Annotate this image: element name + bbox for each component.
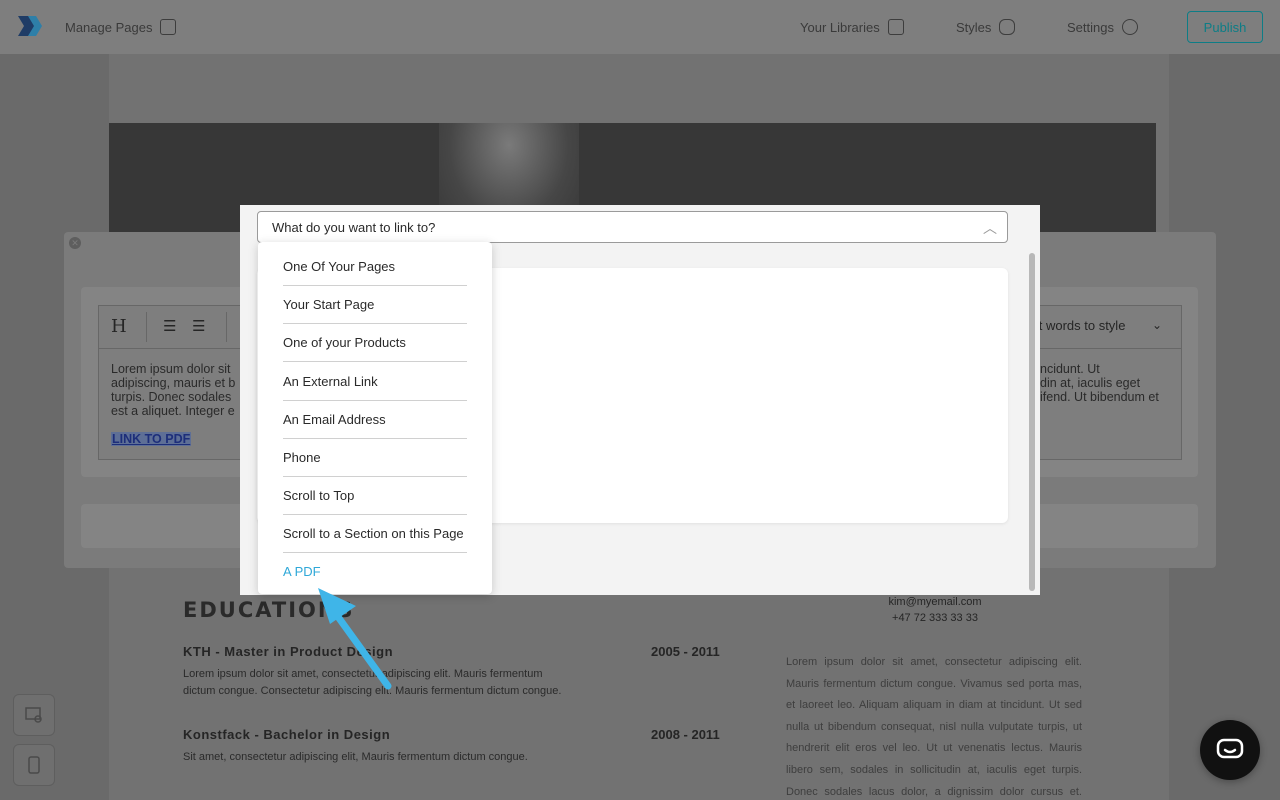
editor-text-line: est a aliquet. Integer e: [111, 404, 235, 418]
dropdown-option-scroll-to-top[interactable]: Scroll to Top: [283, 488, 467, 515]
link-type-select[interactable]: What do you want to link to? ︿: [257, 211, 1008, 243]
style-select[interactable]: ect words to style: [1025, 318, 1125, 333]
edu-desc-2: Sit amet, consectetur adipiscing elit, M…: [183, 751, 528, 763]
styles-label: Styles: [956, 19, 992, 35]
manage-pages-button[interactable]: Manage Pages: [65, 19, 177, 35]
your-libraries-label: Your Libraries: [800, 19, 880, 35]
chat-icon: [1216, 738, 1244, 759]
your-libraries-button[interactable]: Your Libraries: [800, 19, 904, 35]
link-to-pdf-text[interactable]: LINK TO PDF: [111, 432, 192, 446]
settings-label: Settings: [1067, 19, 1114, 35]
annotation-arrow-icon: [318, 588, 392, 690]
palette-icon: [999, 19, 1016, 35]
top-bar: Manage Pages Your Libraries Styles Setti…: [0, 0, 1280, 54]
preview-icon: [25, 707, 42, 723]
dropdown-option-email-address[interactable]: An Email Address: [283, 412, 467, 439]
image-icon: [887, 19, 904, 35]
editor-text-line: turpis. Donec sodales: [111, 390, 232, 404]
contact-email: kim@myemail.com: [888, 596, 982, 608]
bullet-list-icon[interactable]: ☰: [163, 317, 176, 335]
pages-icon: [160, 19, 177, 35]
manage-pages-label: Manage Pages: [65, 19, 153, 35]
gear-icon: [1121, 19, 1138, 35]
numbered-list-icon[interactable]: ☰: [192, 317, 205, 335]
edu-years-2: 2008 - 2011: [651, 727, 720, 742]
dropdown-option-scroll-to-section[interactable]: Scroll to a Section on this Page: [283, 526, 467, 553]
edu-title-2: Konstfack - Bachelor in Design: [183, 727, 391, 742]
close-icon[interactable]: ✕: [69, 237, 81, 249]
editor-text-line: ifend. Ut bibendum et: [1040, 390, 1159, 404]
link-type-select-value: What do you want to link to?: [272, 220, 436, 235]
editor-text-line: ncidunt. Ut: [1040, 362, 1100, 376]
editor-text-line: din at, iaculis eget: [1040, 376, 1141, 390]
logo-icon[interactable]: [14, 11, 44, 41]
publish-button[interactable]: Publish: [1187, 11, 1263, 43]
heading-button[interactable]: H: [111, 316, 127, 337]
chevron-up-icon: ︿: [983, 220, 997, 236]
chat-button[interactable]: [1200, 720, 1260, 780]
dropdown-option-your-start-page[interactable]: Your Start Page: [283, 297, 467, 324]
toolbar-divider: [146, 312, 147, 342]
link-type-dropdown: One Of Your Pages Your Start Page One of…: [258, 242, 492, 594]
dropdown-option-external-link[interactable]: An External Link: [283, 374, 467, 401]
profile-paragraph: Lorem ipsum dolor sit amet, consectetur …: [786, 656, 1082, 798]
settings-button[interactable]: Settings: [1067, 19, 1138, 35]
edu-years-1: 2005 - 2011: [651, 644, 720, 659]
scrollbar[interactable]: [1029, 253, 1035, 591]
editor-text-line: Lorem ipsum dolor sit: [111, 362, 231, 376]
dropdown-option-one-of-your-products[interactable]: One of your Products: [283, 335, 467, 362]
chevron-down-icon[interactable]: ⌄: [1152, 318, 1162, 332]
mobile-icon: [28, 756, 40, 774]
toolbar-divider: [226, 312, 227, 342]
dropdown-option-phone[interactable]: Phone: [283, 450, 467, 477]
contact-phone: +47 72 333 33 33: [892, 612, 978, 624]
styles-button[interactable]: Styles: [956, 19, 1016, 35]
dropdown-option-one-of-your-pages[interactable]: One Of Your Pages: [283, 259, 467, 286]
preview-button[interactable]: [13, 694, 55, 736]
mobile-view-button[interactable]: [13, 744, 55, 786]
editor-text-line: adipiscing, mauris et b: [111, 376, 236, 390]
